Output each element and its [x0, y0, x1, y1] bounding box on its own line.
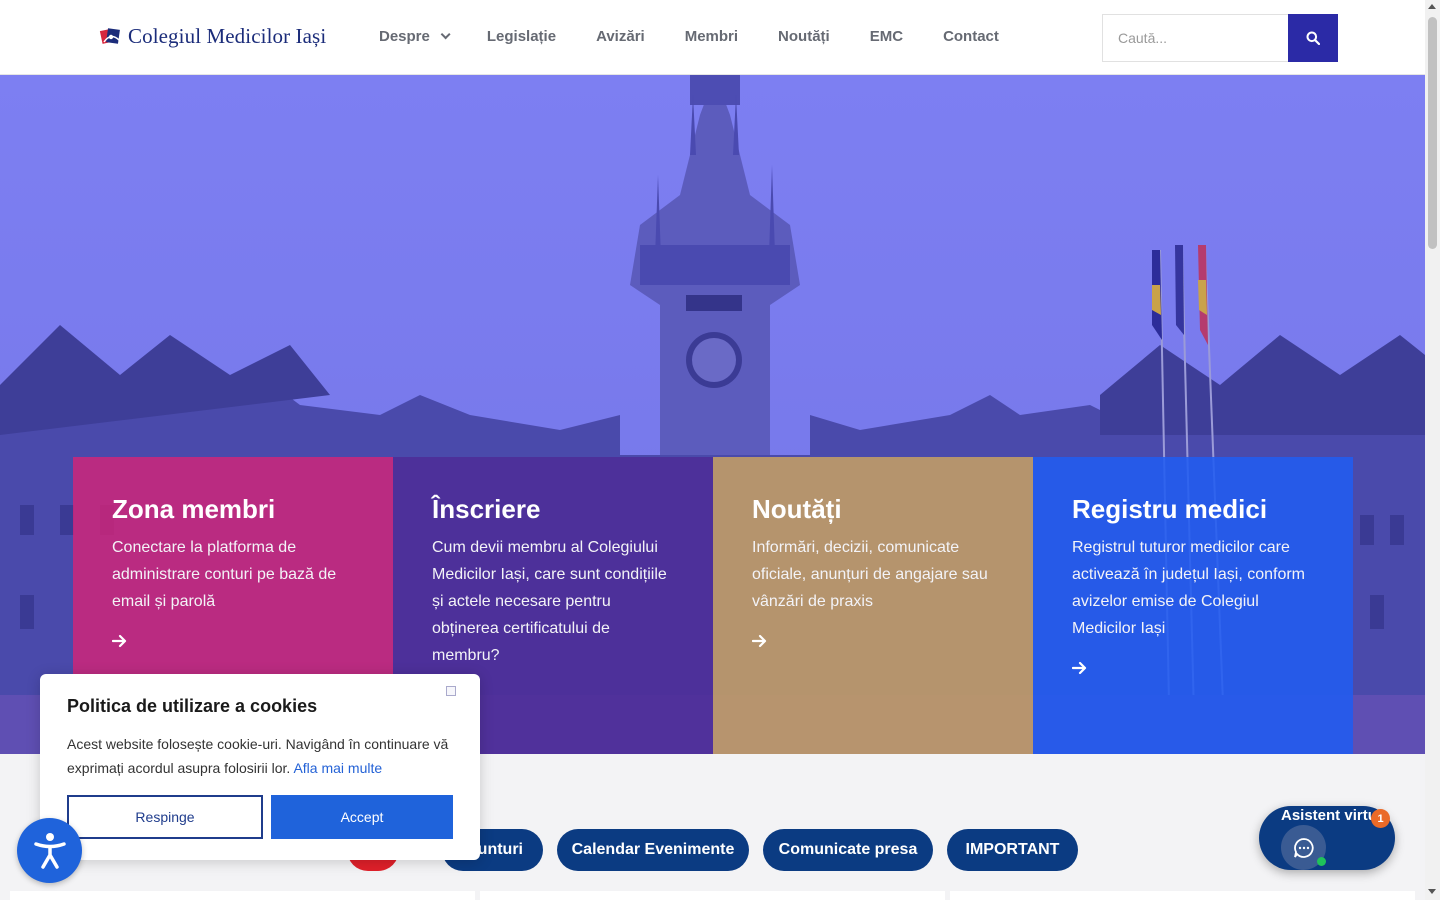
- post-card[interactable]: [480, 891, 945, 900]
- logo-text: Colegiul Medicilor Iași: [128, 24, 327, 48]
- card-registru-medici[interactable]: Registru medici Registrul tuturor medici…: [1033, 457, 1353, 754]
- site-header: Colegiul Medicilor Iași Despre Legislați…: [0, 0, 1425, 75]
- card-title: Noutăți: [752, 494, 842, 524]
- post-card[interactable]: [950, 891, 1415, 900]
- arrow-right-icon[interactable]: [752, 633, 768, 649]
- card-title: Înscriere: [432, 494, 541, 524]
- scrollbar-thumb[interactable]: [1428, 17, 1437, 249]
- card-title: Registru medici: [1072, 494, 1268, 524]
- cookie-learn-more-link[interactable]: Afla mai multe: [293, 760, 382, 776]
- nav-item-label: Contact: [943, 28, 999, 45]
- close-icon[interactable]: [446, 686, 456, 696]
- card-noutati[interactable]: Noutăți Informări, decizii, comunicate o…: [713, 457, 1033, 754]
- nav-item-label: Noutăți: [778, 28, 830, 45]
- pill-label: IMPORTANT: [965, 841, 1060, 858]
- card-description: Cum devii membru al Colegiului Medicilor…: [432, 538, 667, 664]
- card-description: Registrul tuturor medicilor care activea…: [1072, 538, 1306, 637]
- search-icon: [1306, 31, 1320, 45]
- page-scrollbar[interactable]: [1425, 0, 1440, 900]
- online-status-dot: [1317, 857, 1326, 866]
- nav-item-membri[interactable]: Membri: [685, 28, 738, 45]
- accessibility-icon: [33, 832, 66, 869]
- hero-banner: Zona membri Conectare la platforma de ad…: [0, 75, 1425, 754]
- cookie-banner: Politica de utilizare a cookies Acest we…: [40, 674, 480, 860]
- scroll-down-icon[interactable]: [1428, 889, 1436, 894]
- filter-pill-calendar[interactable]: Calendar Evenimente: [557, 829, 749, 871]
- pill-label: Calendar Evenimente: [571, 841, 735, 858]
- scroll-up-icon[interactable]: [1428, 4, 1436, 9]
- filter-pill-comunicate[interactable]: Comunicate presa: [763, 829, 933, 871]
- nav-item-legislatie[interactable]: Legislație: [487, 28, 556, 45]
- arrow-right-icon[interactable]: [1072, 660, 1088, 676]
- search-button[interactable]: [1288, 14, 1338, 62]
- site-logo[interactable]: Colegiul Medicilor Iași: [99, 24, 326, 49]
- nav-item-label: EMC: [869, 28, 904, 45]
- cookie-actions: Respinge Accept: [67, 795, 453, 839]
- filter-pill-important[interactable]: IMPORTANT: [947, 829, 1078, 871]
- cookie-title: Politica de utilizare a cookies: [67, 696, 318, 716]
- nav-item-label: Avizări: [596, 28, 645, 45]
- card-title: Zona membri: [112, 494, 276, 524]
- post-card[interactable]: [10, 891, 475, 900]
- accessibility-button[interactable]: [17, 818, 82, 883]
- cookie-reject-button[interactable]: Respinge: [67, 795, 263, 839]
- notification-badge: 1: [1371, 809, 1390, 828]
- card-description: Conectare la platforma de administrare c…: [112, 538, 337, 610]
- cookie-message: Acest website folosește cookie-uri. Navi…: [67, 736, 449, 776]
- chevron-down-icon: [440, 29, 451, 40]
- nav-item-despre[interactable]: Despre: [379, 28, 451, 45]
- search-form: [1102, 14, 1338, 62]
- nav-item-contact[interactable]: Contact: [943, 28, 999, 45]
- pill-label: Comunicate presa: [778, 841, 918, 858]
- cookie-text: Acest website folosește cookie-uri. Navi…: [67, 732, 453, 780]
- nav-item-label: Membri: [684, 28, 739, 45]
- nav-item-label: Despre: [379, 28, 430, 45]
- logo-emblem-icon: [99, 26, 123, 48]
- nav-item-label: Legislație: [486, 28, 557, 45]
- main-nav: Despre Legislație Avizări Membri Noutăți…: [379, 28, 1039, 45]
- nav-item-noutati[interactable]: Noutăți: [778, 28, 830, 45]
- card-description: Informări, decizii, comunicate oficiale,…: [752, 538, 988, 610]
- nav-item-emc[interactable]: EMC: [870, 28, 903, 45]
- cookie-accept-button[interactable]: Accept: [271, 795, 453, 839]
- search-input[interactable]: [1102, 14, 1288, 62]
- nav-item-avizari[interactable]: Avizări: [596, 28, 645, 45]
- arrow-right-icon[interactable]: [112, 633, 128, 649]
